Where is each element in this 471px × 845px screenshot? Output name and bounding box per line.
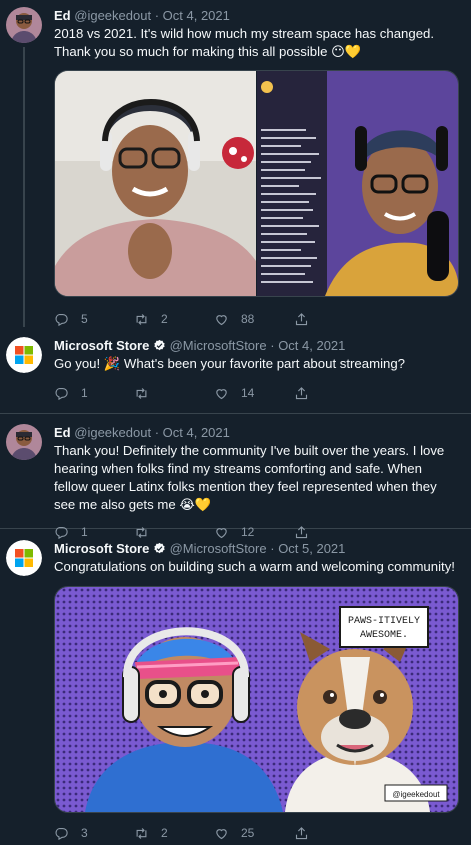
cartoon-illustration: PAWS-ITIVELY AWESOME. @igeekedout [55, 587, 458, 812]
separator: · [154, 8, 160, 23]
speech-line-2: AWESOME. [360, 630, 408, 641]
author-handle[interactable]: @igeekedout [74, 425, 151, 440]
tweet-date[interactable]: Oct 4, 2021 [278, 338, 345, 353]
tweet-2[interactable]: Microsoft Store @MicrosoftStore · Oct 4,… [0, 325, 471, 407]
reply-button[interactable]: 3 [54, 826, 134, 841]
share-icon [294, 826, 309, 841]
reply-icon [54, 386, 69, 401]
author-name[interactable]: Microsoft Store [54, 541, 149, 556]
microsoft-logo [6, 337, 42, 373]
microsoft-logo [6, 540, 42, 576]
retweet-button[interactable] [134, 386, 214, 401]
retweet-count: 2 [161, 312, 168, 326]
separator: · [154, 425, 160, 440]
like-count: 25 [241, 826, 255, 840]
like-count: 14 [241, 386, 255, 400]
reply-count: 5 [81, 312, 88, 326]
tweet-date[interactable]: Oct 4, 2021 [163, 8, 230, 23]
share-icon [294, 386, 309, 401]
reply-button[interactable]: 1 [54, 386, 134, 401]
retweet-button[interactable]: 2 [134, 826, 214, 841]
verified-icon [153, 339, 166, 352]
thread-line [23, 47, 25, 327]
avatar-ed[interactable] [6, 7, 42, 43]
tweet-media-illustration[interactable]: PAWS-ITIVELY AWESOME. @igeekedout [54, 586, 459, 813]
like-icon [214, 386, 229, 401]
retweet-icon [134, 826, 149, 841]
author-name[interactable]: Ed [54, 8, 71, 23]
avatar-microsoft-store[interactable] [6, 540, 42, 576]
author-name[interactable]: Microsoft Store [54, 338, 149, 353]
author-handle[interactable]: @MicrosoftStore [170, 338, 267, 353]
tweet-media-stream-comparison[interactable] [54, 70, 459, 297]
like-count: 88 [241, 312, 255, 326]
tweet-text: 2018 vs 2021. It's wild how much my stre… [54, 26, 435, 59]
avatar-microsoft-store[interactable] [6, 337, 42, 373]
verified-icon [153, 542, 166, 555]
tweet-3[interactable]: Ed @igeekedout · Oct 4, 2021 Thank you! … [0, 414, 471, 539]
separator: · [270, 541, 275, 556]
action-bar: 1 14 [54, 381, 459, 405]
separator: · [270, 338, 275, 353]
like-icon [214, 826, 229, 841]
like-button[interactable]: 25 [214, 826, 294, 841]
avatar-ed[interactable] [6, 424, 42, 460]
share-button[interactable] [294, 826, 321, 841]
tweet-text: Go you! 🎉 What's been your favorite part… [54, 356, 406, 371]
artist-signature: @igeekedout [392, 790, 440, 799]
share-button[interactable] [294, 386, 321, 401]
like-button[interactable]: 14 [214, 386, 294, 401]
speech-line-1: PAWS-ITIVELY [348, 616, 420, 627]
reply-count: 1 [81, 386, 88, 400]
tweet-text: Thank you! Definitely the community I've… [54, 443, 445, 512]
tweet-date[interactable]: Oct 5, 2021 [278, 541, 345, 556]
author-name[interactable]: Ed [54, 425, 71, 440]
reply-count: 3 [81, 826, 88, 840]
stream-photos [55, 71, 458, 296]
tweet-text: Congratulations on building such a warm … [54, 559, 455, 574]
tweet-1[interactable]: Ed @igeekedout · Oct 4, 2021 2018 vs 202… [0, 0, 471, 327]
author-handle[interactable]: @MicrosoftStore [170, 541, 267, 556]
retweet-icon [134, 386, 149, 401]
action-bar: 3 2 25 [54, 821, 459, 845]
tweet-4[interactable]: Microsoft Store @MicrosoftStore · Oct 5,… [0, 529, 471, 845]
author-handle[interactable]: @igeekedout [74, 8, 151, 23]
retweet-count: 2 [161, 826, 168, 840]
tweet-date[interactable]: Oct 4, 2021 [163, 425, 230, 440]
reply-icon [54, 826, 69, 841]
